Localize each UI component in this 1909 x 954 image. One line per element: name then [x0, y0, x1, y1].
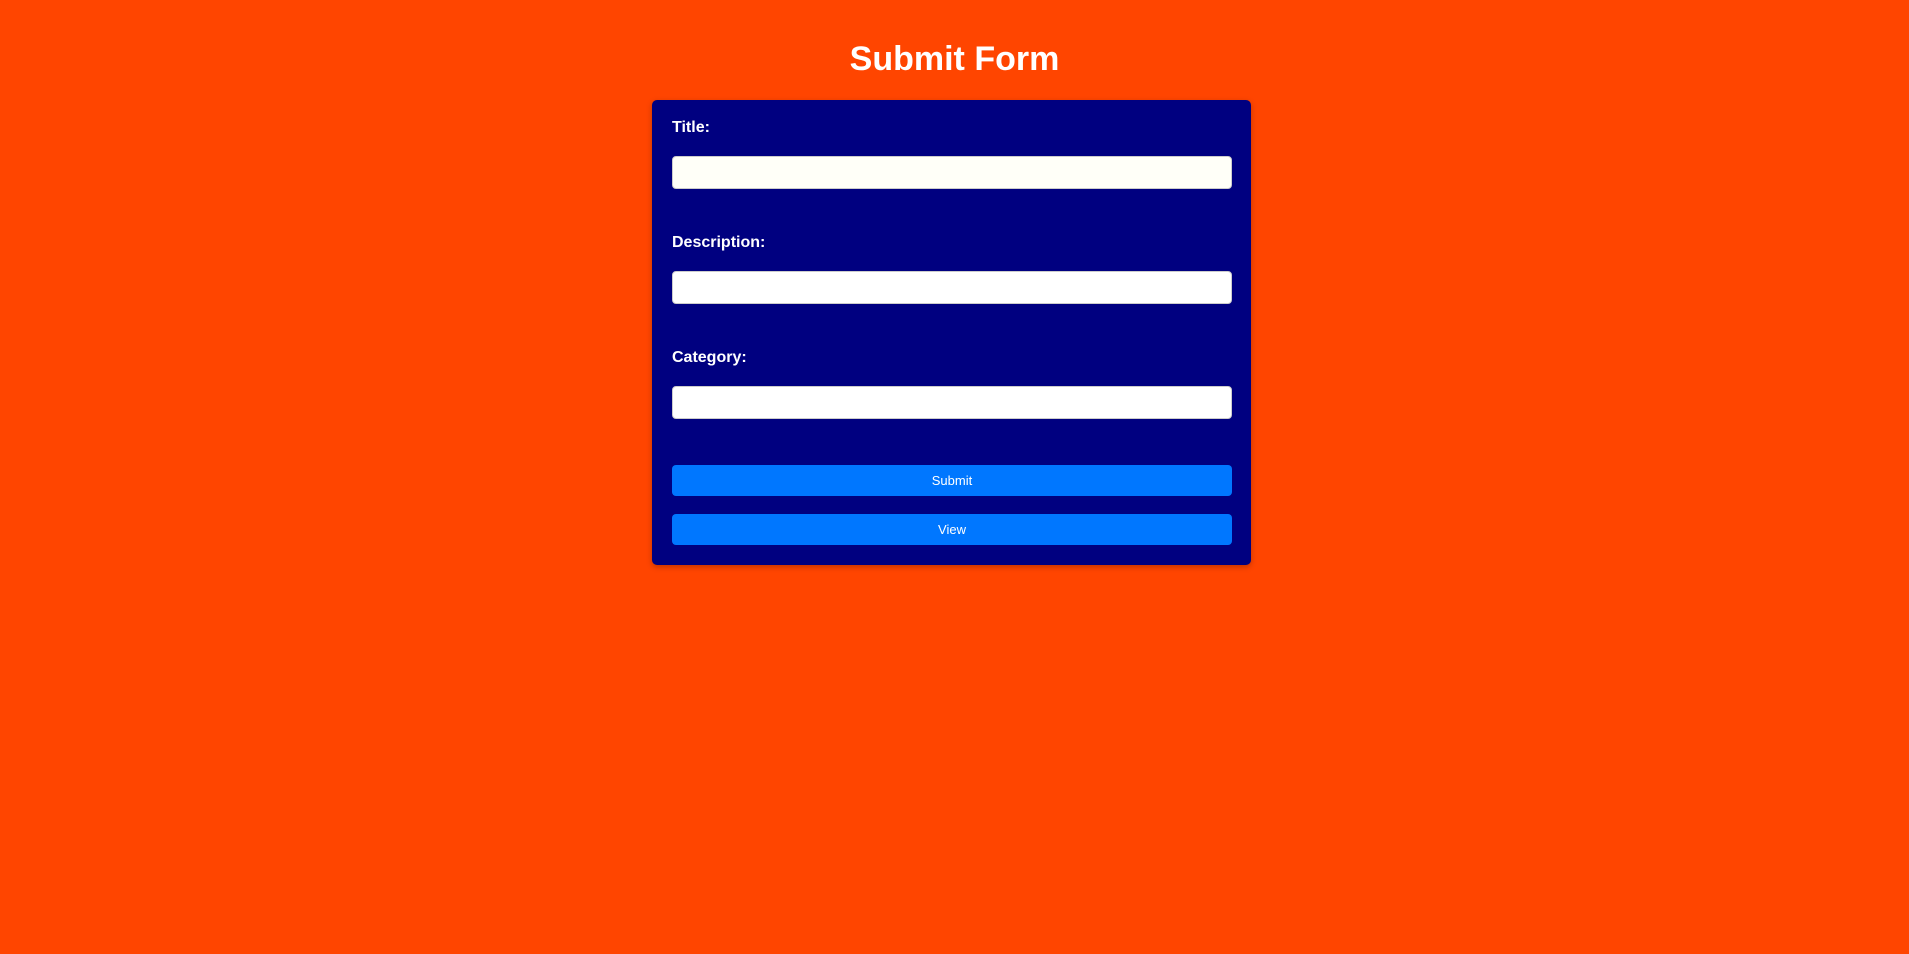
- submit-button[interactable]: Submit: [672, 465, 1232, 496]
- title-input[interactable]: [672, 156, 1232, 189]
- page-title: Submit Form: [849, 40, 1060, 78]
- category-input[interactable]: [672, 386, 1232, 419]
- title-label: Title:: [672, 119, 710, 136]
- description-label: Description:: [672, 234, 766, 251]
- category-label: Category:: [672, 349, 747, 366]
- submit-form: Title: Description: Category: Submit Vie…: [652, 100, 1251, 565]
- description-input[interactable]: [672, 271, 1232, 304]
- view-button[interactable]: View: [672, 514, 1232, 545]
